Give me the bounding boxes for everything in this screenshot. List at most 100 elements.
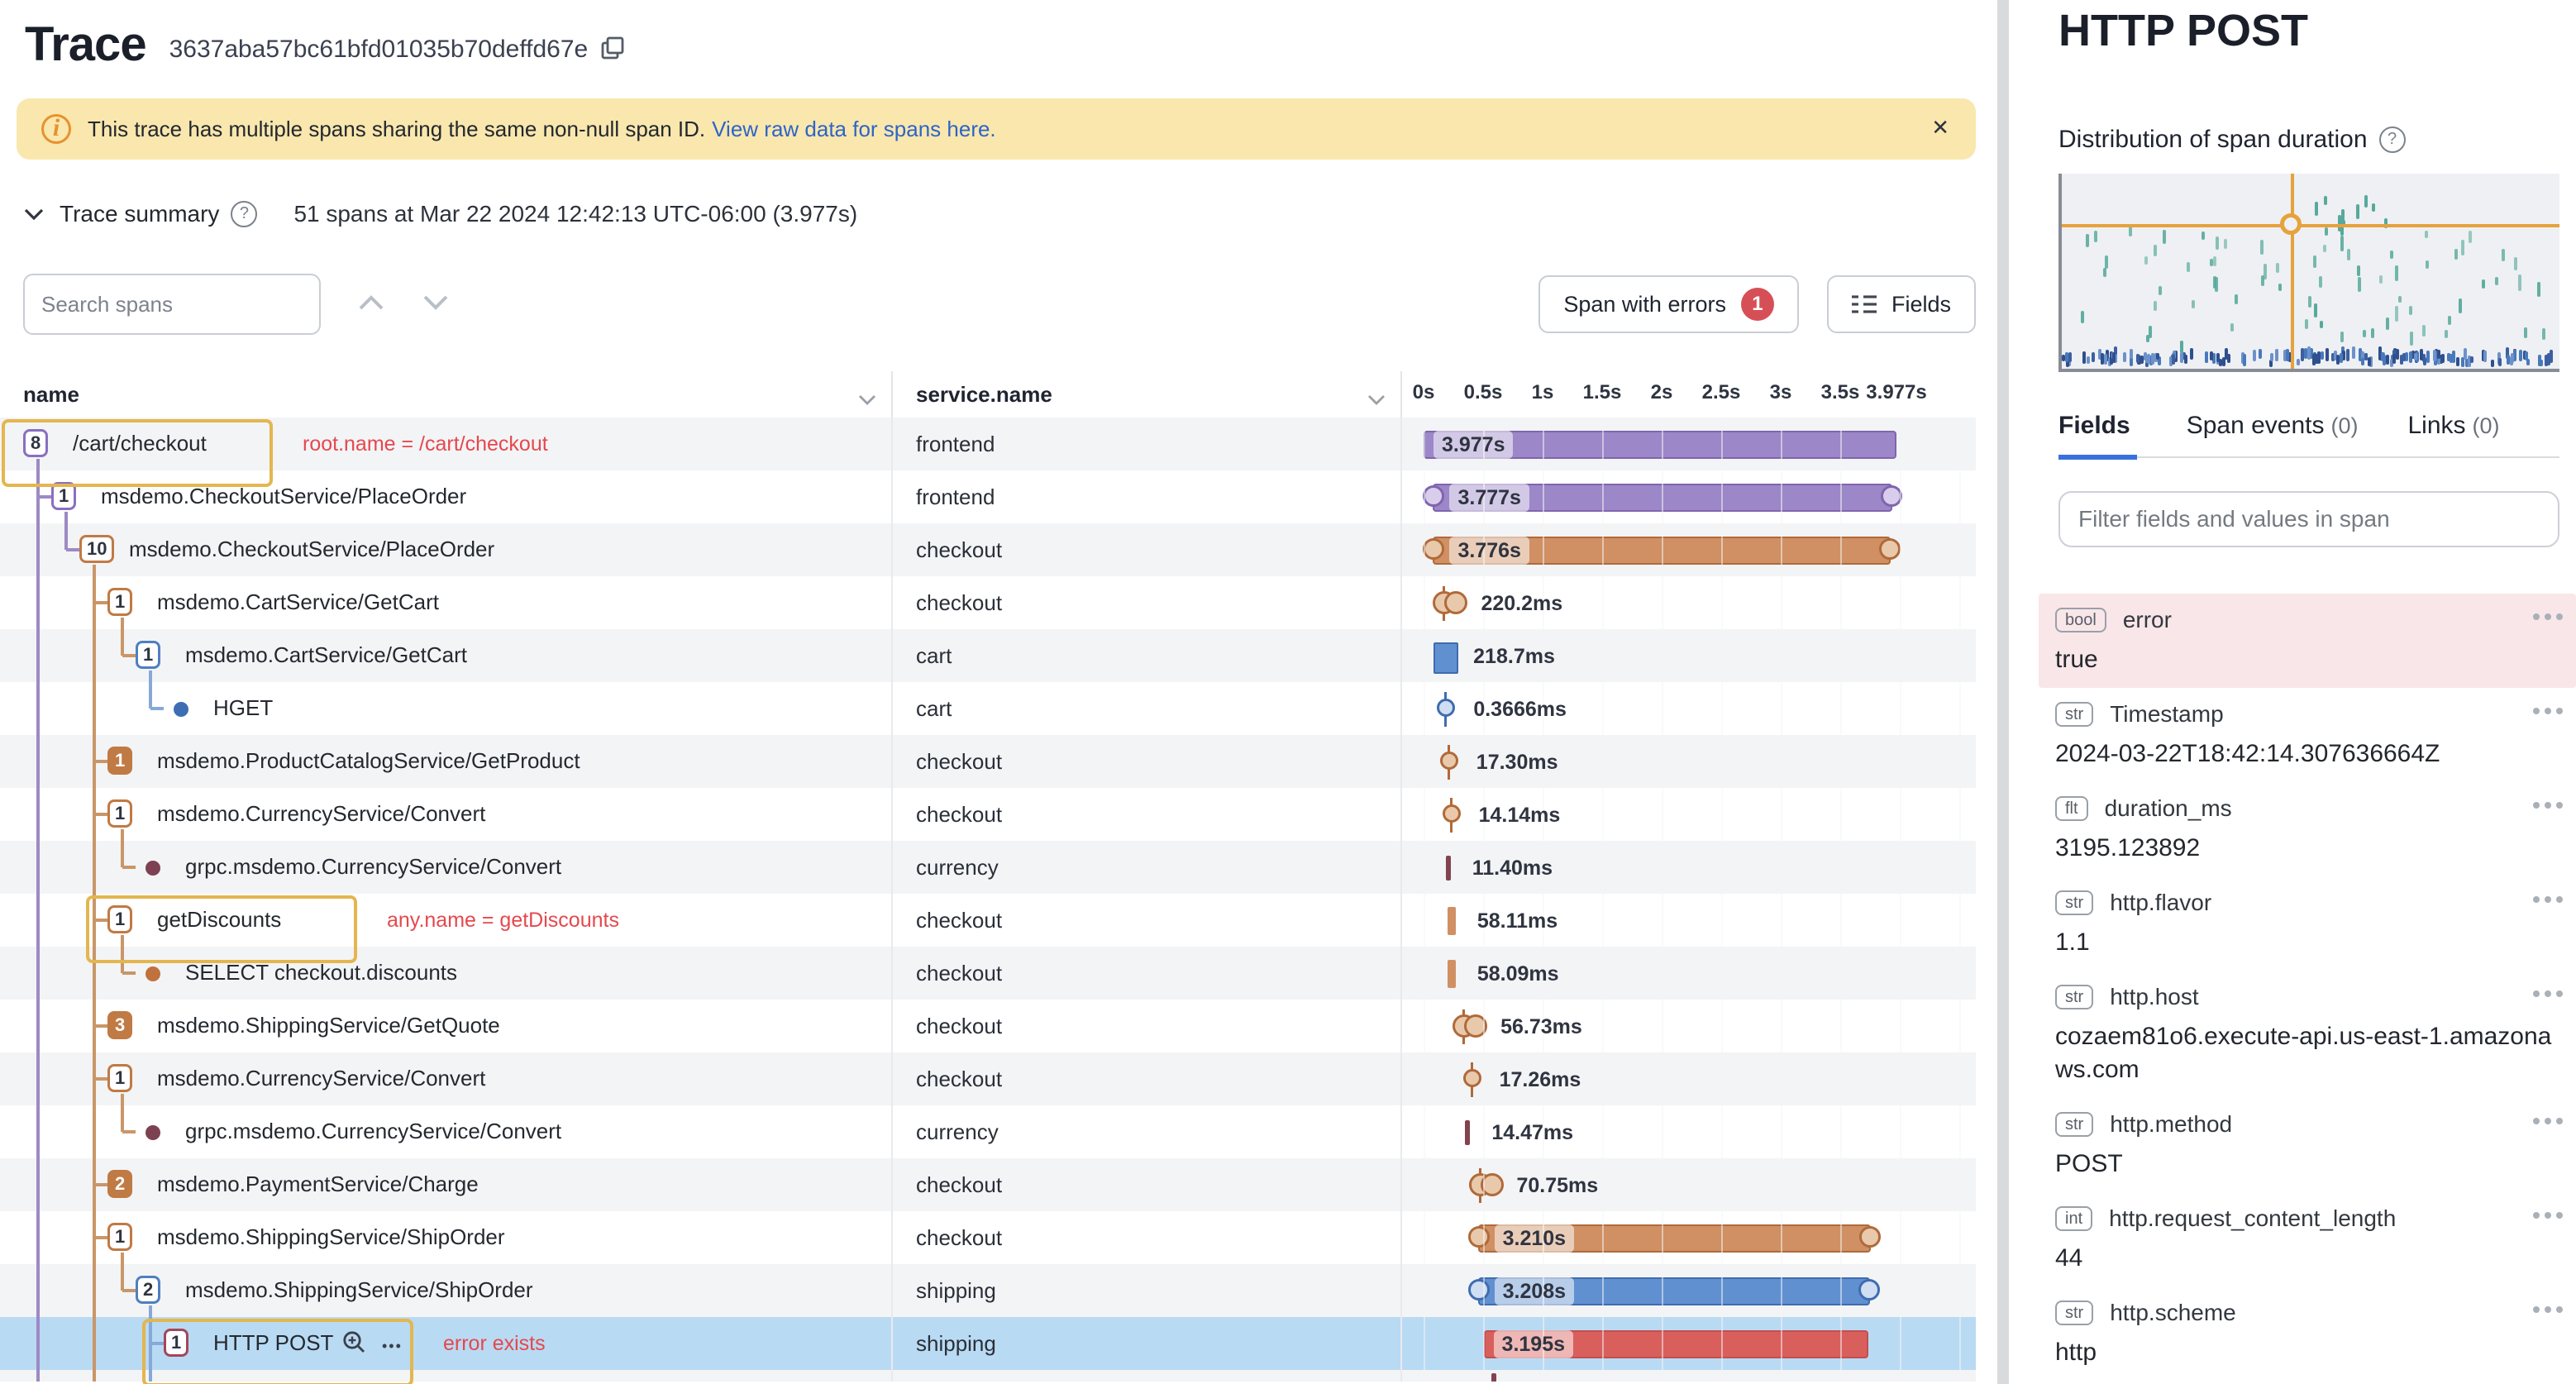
bottom-band-dash <box>2136 354 2140 364</box>
table-row[interactable]: 1 msdemo.ShippingService/ShipOrder checkou… <box>0 1211 1976 1264</box>
more-icon[interactable] <box>2528 896 2563 903</box>
service-name-cell <box>893 1370 1402 1382</box>
table-row[interactable]: 1 msdemo.CurrencyService/Convert checkout 1… <box>0 1052 1976 1105</box>
chevron-down-icon[interactable] <box>858 386 876 412</box>
timeline-cell[interactable]: 3.776s <box>1402 523 1976 576</box>
duration-circle <box>1464 1014 1488 1038</box>
table-row[interactable]: HGET cart 0.3666ms <box>0 682 1976 735</box>
table-row[interactable]: 1 msdemo.CartService/GetCart cart 218.7ms <box>0 629 1976 682</box>
table-row[interactable]: grpc.msdemo.CurrencyService/Convert curre… <box>0 1105 1976 1158</box>
table-row[interactable]: 2 msdemo.ShippingService/ShipOrder shippin… <box>0 1264 1976 1317</box>
close-icon[interactable]: ✕ <box>1931 115 1949 141</box>
timeline-cell[interactable]: 220.2ms <box>1402 576 1976 629</box>
span-count-badge[interactable]: 1 <box>164 1329 189 1357</box>
duration-label: 218.7ms <box>1473 645 1555 668</box>
column-header-name[interactable]: name <box>23 382 79 408</box>
timeline-cell[interactable]: 218.7ms <box>1402 629 1976 682</box>
timeline-cell[interactable]: 3.195s <box>1402 1317 1976 1370</box>
tree-connector <box>122 866 136 869</box>
scatter-dash <box>2163 230 2167 244</box>
span-count-badge[interactable]: 1 <box>51 482 77 510</box>
scatter-dash <box>2424 230 2428 238</box>
timeline-cell[interactable]: 14.14ms <box>1402 788 1976 841</box>
timeline-cell[interactable]: 3.977s <box>1402 418 1976 470</box>
scatter-dash <box>2223 239 2227 249</box>
table-row[interactable]: 1 msdemo.ProductCatalogService/GetProduct… <box>0 735 1976 788</box>
table-row[interactable]: 1 msdemo.CheckoutService/PlaceOrder fronte… <box>0 470 1976 523</box>
table-row[interactable]: 1 HTTP POST ••• error exists shipping 3.195s <box>0 1317 1976 1384</box>
tab-links[interactable]: Links (0) <box>2408 412 2500 456</box>
table-row[interactable]: 1 msdemo.CartService/GetCart checkout 220.2… <box>0 576 1976 629</box>
search-input[interactable] <box>23 274 321 335</box>
span-count-badge[interactable]: 1 <box>107 747 133 775</box>
duration-label: 220.2ms <box>1481 592 1563 615</box>
bottom-band-dash <box>2112 351 2116 364</box>
span-count-badge[interactable]: 3 <box>107 1011 133 1039</box>
timeline-cell[interactable]: 0.3666ms <box>1402 682 1976 735</box>
span-count-badge[interactable]: 1 <box>107 1064 133 1092</box>
table-row[interactable]: 1 getDiscounts any.name = getDiscounts chec… <box>0 894 1976 963</box>
tab-fields[interactable]: Fields <box>2058 412 2138 460</box>
timeline-cell[interactable]: 3.208s <box>1402 1264 1976 1317</box>
table-row[interactable]: 10 msdemo.CheckoutService/PlaceOrder check… <box>0 523 1976 576</box>
duration-circle <box>1444 591 1468 614</box>
duration-scatter-chart[interactable] <box>2058 174 2559 372</box>
table-row[interactable]: 8/cart/checkout root.name = /cart/checkou… <box>0 418 1976 487</box>
more-icon[interactable] <box>2528 802 2563 809</box>
timeline-cell[interactable]: 58.11ms <box>1402 894 1976 947</box>
table-row[interactable]: 3 msdemo.ShippingService/GetQuote checkout… <box>0 1000 1976 1052</box>
table-row[interactable]: SELECT checkout.discounts checkout 58.09ms <box>0 947 1976 1000</box>
view-raw-data-link[interactable]: View raw data for spans here. <box>712 117 995 142</box>
help-icon[interactable]: ? <box>2378 126 2406 153</box>
panel-divider[interactable] <box>1997 0 2009 1384</box>
timeline-cell[interactable]: 70.75ms <box>1402 1158 1976 1211</box>
span-count-badge[interactable]: 2 <box>136 1276 161 1304</box>
table-row[interactable]: grpc.msdemo.CurrencyService/Convert curre… <box>0 841 1976 894</box>
field-row: int http.request_content_length 44 <box>2039 1192 2576 1286</box>
more-icon[interactable] <box>2528 613 2563 620</box>
column-header-service[interactable]: service.name <box>916 382 1052 408</box>
more-icon[interactable]: ••• <box>382 1334 403 1358</box>
span-count-badge[interactable]: 10 <box>79 535 115 563</box>
span-count-badge[interactable]: 1 <box>107 588 133 616</box>
span-count-badge[interactable]: 1 <box>107 1223 133 1251</box>
tab-span-events[interactable]: Span events (0) <box>2187 412 2359 456</box>
timeline-cell[interactable]: 58.09ms <box>1402 947 1976 1000</box>
span-name-cell: 10 msdemo.CheckoutService/PlaceOrder <box>0 523 893 576</box>
span-with-errors-button[interactable]: Span with errors 1 <box>1538 275 1799 333</box>
copy-icon[interactable] <box>601 36 624 66</box>
table-row[interactable]: 2 msdemo.PaymentService/Charge checkout 70.… <box>0 1158 1976 1211</box>
span-count-badge[interactable]: 2 <box>107 1170 133 1198</box>
timeline-cell[interactable]: 14.47ms <box>1402 1105 1976 1158</box>
table-row[interactable]: 1 msdemo.CurrencyService/Convert checkout 1… <box>0 788 1976 841</box>
bottom-band-dash <box>2518 350 2522 362</box>
timeline-cell[interactable]: 11.40ms <box>1402 841 1976 894</box>
more-icon[interactable] <box>2528 708 2563 714</box>
chevron-down-icon[interactable] <box>1367 386 1386 412</box>
fields-button[interactable]: Fields <box>1826 275 1976 333</box>
span-count-badge[interactable]: 1 <box>107 905 133 933</box>
bottom-band-dash <box>2491 360 2495 367</box>
span-count-badge[interactable]: 8 <box>23 429 49 457</box>
filter-fields-input[interactable] <box>2058 491 2559 547</box>
more-icon[interactable] <box>2528 1118 2563 1124</box>
prev-match-button[interactable] <box>357 292 385 317</box>
span-count-badge[interactable]: 1 <box>136 641 161 669</box>
timeline-cell[interactable]: 17.26ms <box>1402 1052 1976 1105</box>
timeline-cell[interactable]: 17.30ms <box>1402 735 1976 788</box>
timeline-cell[interactable]: 3.777s <box>1402 470 1976 523</box>
timeline-cell[interactable]: 3.210s <box>1402 1211 1976 1264</box>
field-value: cozaem81o6.execute-api.us-east-1.amazona… <box>2055 1023 2552 1083</box>
trace-summary-label[interactable]: Trace summary <box>60 201 219 227</box>
table-row[interactable] <box>0 1370 1976 1382</box>
timeline-cell[interactable]: 56.73ms <box>1402 1000 1976 1052</box>
more-icon[interactable] <box>2528 1306 2563 1313</box>
chevron-down-icon[interactable] <box>23 201 45 227</box>
next-match-button[interactable] <box>422 292 450 317</box>
scatter-dash <box>2340 332 2344 343</box>
more-icon[interactable] <box>2528 1212 2563 1219</box>
help-icon[interactable]: ? <box>231 201 258 227</box>
zoom-in-icon[interactable] <box>342 1330 367 1362</box>
more-icon[interactable] <box>2528 990 2563 997</box>
span-count-badge[interactable]: 1 <box>107 799 133 828</box>
